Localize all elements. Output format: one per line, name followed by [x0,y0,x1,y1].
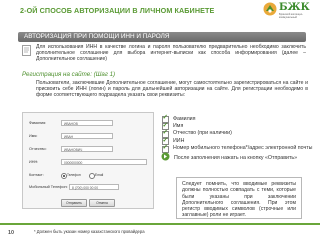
middlename-input[interactable]: ИВАНОВИЧ [61,146,113,152]
document-icon [22,45,31,56]
registration-form: Фамилия: ИВАНОВ Имя: ИВАН Отчество: ИВАН… [22,112,154,209]
form-row-lastname: Фамилия: ИВАНОВ [29,120,149,128]
arrow-right-icon [161,152,170,161]
form-row-firstname: Имя: ИВАН [29,133,149,141]
company-logo: БЖК Брянский жилищно-коммунальный [263,2,315,22]
page-number: 10 [8,230,14,236]
submit-instruction: После заполнения нажать на кнопку «Отпра… [174,155,298,161]
logo-mark-icon [263,2,277,16]
firstname-input[interactable]: ИВАН [61,133,113,139]
form-row-phone: Мобильный Телефон: 8 (700) 000 00 00 [29,184,149,192]
registration-text: Пользователи, заключившие Дополнительное… [36,80,308,99]
form-row-contact: Контакт: Телефон Email [29,173,149,180]
firstname-label: Имя: [29,134,38,138]
section-header: АВТОРИЗАЦИЯ ПРИ ПОМОЩИ ИНН И ПАРОЛЯ [18,32,306,42]
list-item-label: Имя [173,122,184,129]
inn-label: ИНН: [29,160,39,164]
intro-text: Для использования ИНН в качестве логина … [36,44,306,63]
page-title: 2-ОЙ СПОСОБ АВТОРИЗАЦИИ В ЛИЧНОМ КАБИНЕТ… [20,6,215,15]
checkmark-icon: ✓ [162,143,168,151]
cancel-button[interactable]: Отмена [89,199,115,207]
form-row-middlename: Отчество: ИВАНОВИЧ [29,146,149,154]
list-item-label: Отчество (при наличии) [173,130,232,137]
note-box: Следует помнить, что вводимые реквизиты … [176,177,302,219]
radio-phone-label: Телефон [67,173,81,177]
submit-button[interactable]: Отправить [61,199,87,207]
contact-label: Контакт: [29,173,44,177]
phone-input[interactable]: 8 (700) 000 00 00 [69,184,119,190]
form-row-inn: ИНН: 0000000000 [29,159,149,167]
registration-title: Регистрация на сайте: (Шаг 1) [22,71,116,78]
footer-divider [0,223,320,225]
lastname-input[interactable]: ИВАНОВ [61,120,113,126]
middlename-label: Отчество: [29,147,47,151]
form-buttons: Отправить Отмена [29,199,149,207]
list-item-label: ИИН [173,137,185,144]
list-item-label: Номер мобильного телефона*/адрес электро… [173,145,313,152]
inn-input[interactable]: 0000000000 [61,159,147,165]
logo-subtitle: Брянский жилищно-коммунальный [279,13,304,19]
footnote: * Должен быть указан номер казахстанског… [34,229,145,234]
list-item-label: Фамилия [173,115,196,122]
radio-email-label: Email [95,173,104,177]
lastname-label: Фамилия: [29,121,47,125]
logo-text: БЖК [279,2,310,13]
phone-label: Мобильный Телефон: [29,185,68,189]
